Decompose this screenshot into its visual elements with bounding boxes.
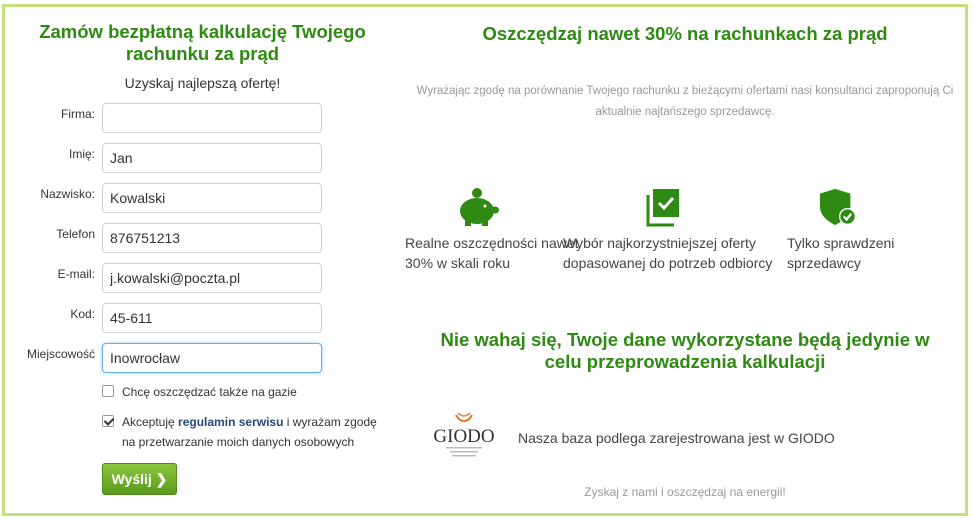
imie-input[interactable] [102, 143, 322, 173]
kod-input[interactable] [102, 303, 322, 333]
telefon-input[interactable] [102, 223, 322, 253]
kod-label: Kod: [70, 307, 95, 321]
gas-checkbox-label[interactable]: Chcę oszczędzać także na gazie [122, 382, 392, 402]
field-row-telefon: Telefon [5, 223, 400, 253]
field-row-email: E-mail: [5, 263, 400, 293]
giodo-logo-text: GIODO [433, 426, 494, 447]
gas-checkbox[interactable] [102, 385, 114, 397]
terms-checkbox[interactable] [102, 415, 114, 427]
checklist-icon [646, 189, 679, 227]
field-row-imie: Imię: [5, 143, 400, 173]
nazwisko-input[interactable] [102, 183, 322, 213]
feature-savings-text: Realne oszczędności nawet 30% w skali ro… [405, 235, 579, 271]
feature-choice-text: Wybór najkorzystniejszej oferty dopasowa… [563, 235, 773, 271]
field-row-nazwisko: Nazwisko: [5, 183, 400, 213]
telefon-label: Telefon [56, 227, 95, 241]
miejscowosc-label: Miejscowość [26, 347, 95, 361]
savings-description: Wyrażając zgodę na porównanie Twojego ra… [416, 85, 954, 118]
field-row-miejscowosc: Miejscowość [5, 343, 400, 373]
miejscowosc-input[interactable] [102, 343, 322, 373]
form-column: Zamów bezpłatną kalkulację Twojego rachu… [5, 7, 400, 513]
submit-button[interactable]: Wyślij ❯ [102, 463, 177, 495]
nazwisko-label: Nazwisko: [40, 187, 95, 201]
shield-check-icon [819, 188, 857, 226]
form-title: Zamów bezpłatną kalkulację Twojego rachu… [39, 21, 366, 64]
field-row-firma: Firma: [5, 103, 400, 133]
terms-link[interactable]: regulamin serwisu [178, 415, 283, 429]
terms-text-before: Akceptuję [122, 415, 179, 429]
calculator-frame: Zamów bezpłatną kalkulację Twojego rachu… [2, 4, 968, 516]
feature-verified-text: Tylko sprawdzeni sprzedawcy [787, 235, 895, 271]
email-label: E-mail: [57, 267, 95, 281]
firma-label: Firma: [61, 107, 95, 121]
field-row-kod: Kod: [5, 303, 400, 333]
privacy-title: Nie wahaj się, Twoje dane wykorzystane b… [440, 329, 930, 372]
form-subtitle: Uzyskaj najlepszą ofertę! [124, 75, 281, 91]
email-input[interactable] [102, 263, 322, 293]
giodo-logo: GIODO [428, 409, 500, 461]
imie-label: Imię: [68, 147, 95, 161]
terms-checkbox-label: Akceptuję regulamin serwisu i wyrażam zg… [122, 412, 392, 452]
chevron-right-icon: ❯ [155, 471, 168, 487]
firma-input[interactable] [102, 103, 322, 133]
footer-slogan: Zyskaj z nami i oszczędzaj na energii! [584, 485, 786, 499]
savings-title: Oszczędzaj nawet 30% na rachunkach za pr… [482, 23, 888, 44]
submit-label: Wyślij [111, 471, 152, 487]
info-column: Oszczędzaj nawet 30% na rachunkach za pr… [400, 7, 970, 513]
giodo-text: Nasza baza podlega zarejestrowana jest w… [518, 430, 835, 446]
piggy-bank-icon [460, 188, 499, 226]
